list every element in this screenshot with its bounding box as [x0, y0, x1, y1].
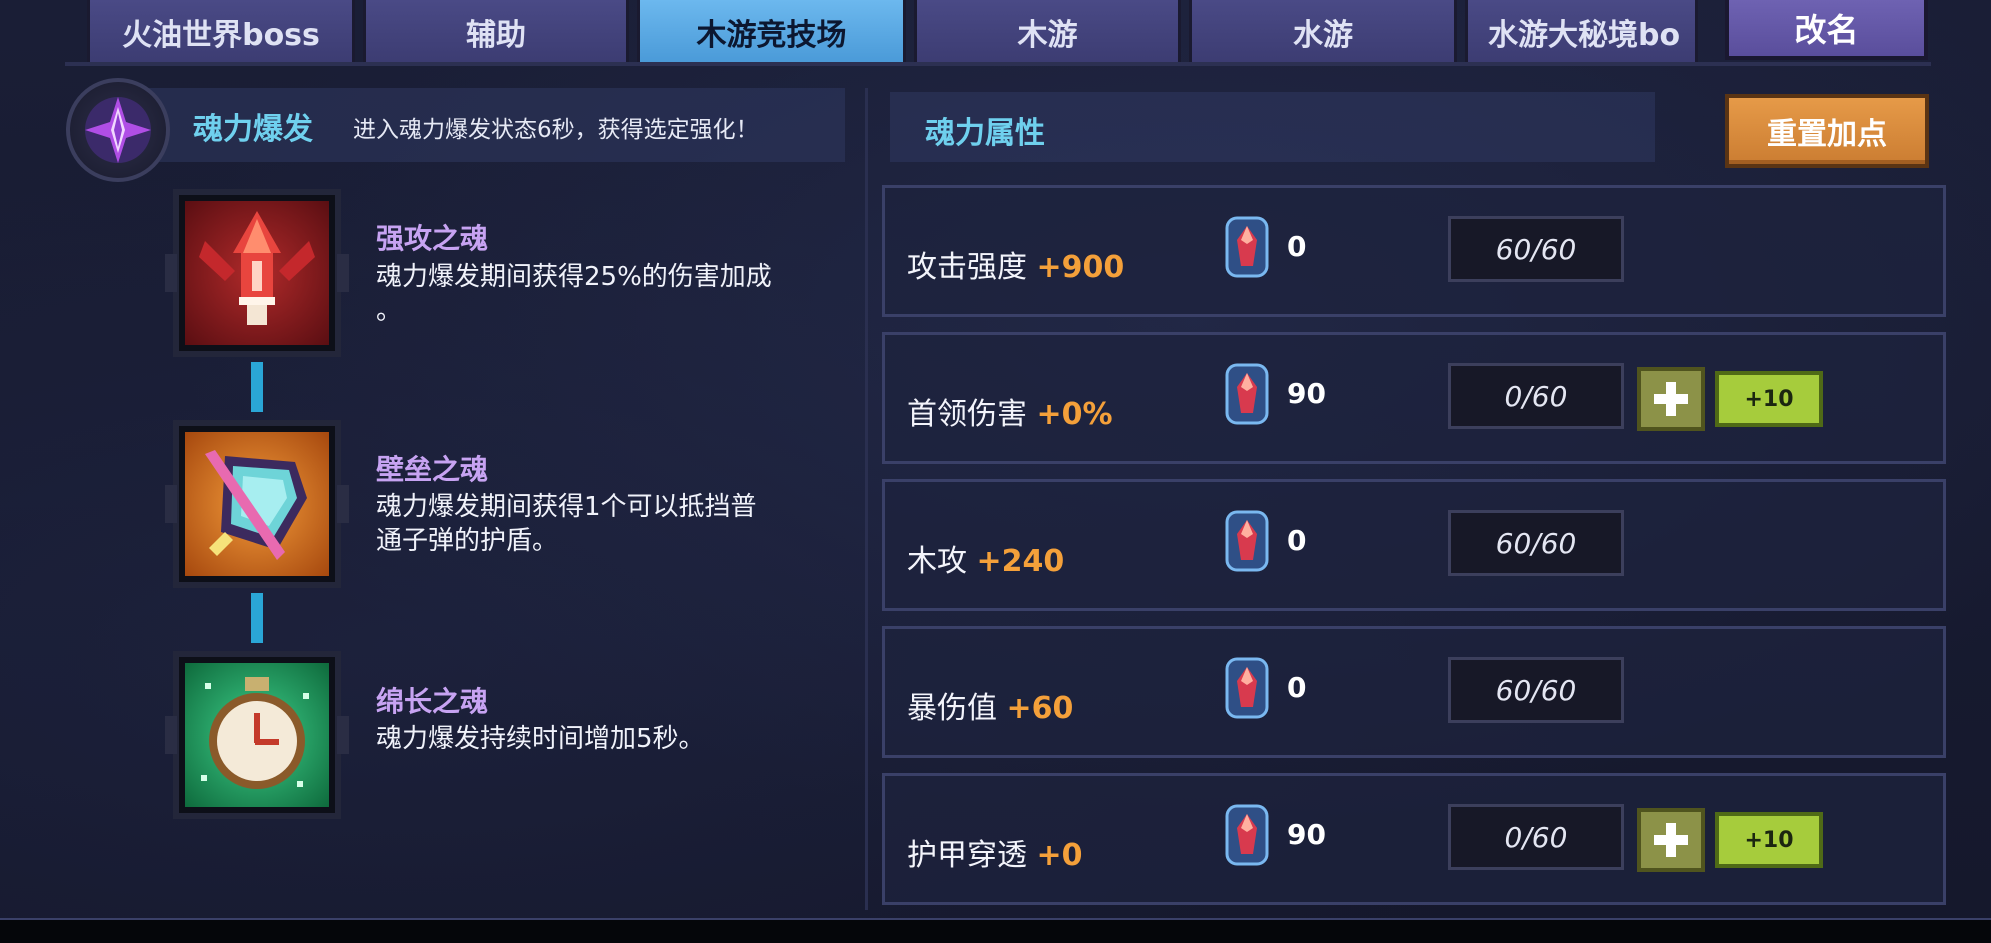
tab-label: 辅助: [466, 17, 526, 53]
soul-gem-icon: [1223, 657, 1271, 719]
tab-label: 水游大秘境bo: [1488, 17, 1681, 53]
attribute-label: 木攻 +240: [907, 536, 1064, 580]
attribute-bonus: +900: [1036, 250, 1125, 285]
soul-crystal-icon: [66, 78, 170, 182]
attribute-name: 暴伤值: [907, 691, 997, 726]
soul-gem-icon: [1223, 510, 1271, 572]
skill-description-line: 魂力爆发持续时间增加5秒。: [376, 724, 705, 754]
tab-label: 火油世界boss: [122, 17, 320, 53]
gem-cost: 90: [1287, 377, 1326, 410]
attribute-level: 0/60: [1448, 363, 1624, 429]
skill-slot-strong-attack[interactable]: [165, 189, 349, 357]
skill-name-lasting: 绵长之魂: [376, 685, 489, 718]
soul-gem-icon: [1223, 216, 1271, 278]
skill-name-fortress: 壁垒之魂: [376, 453, 489, 486]
skill-description-line: 魂力爆发期间获得1个可以抵挡普: [376, 492, 757, 522]
skill-connector: [251, 362, 263, 412]
plus-icon: [1654, 823, 1688, 857]
skill-slot-lasting[interactable]: [165, 651, 349, 819]
plus-icon: [1654, 382, 1688, 416]
soul-gem-icon: [1223, 363, 1271, 425]
add-point-button[interactable]: [1637, 808, 1705, 872]
attribute-bonus: +60: [1006, 691, 1074, 726]
panel-divider: [865, 88, 868, 910]
tab-label: 木游: [1017, 17, 1078, 53]
attribute-name: 木攻: [907, 544, 967, 579]
attribute-row-crit-damage: 暴伤值 +60 0 60/60: [882, 626, 1946, 758]
skill-description-fortress: 魂力爆发期间获得1个可以抵挡普 通子弹的护盾。: [376, 490, 856, 558]
attribute-level: 60/60: [1448, 657, 1624, 723]
attribute-label: 护甲穿透 +0: [907, 830, 1083, 874]
tab-muyou-arena[interactable]: 木游竞技场: [637, 0, 906, 66]
tab-huoyou-world-boss[interactable]: 火油世界boss: [87, 0, 355, 66]
skill-name-strong-attack: 强攻之魂: [376, 222, 489, 255]
gem-cost: 0: [1287, 671, 1307, 704]
bottom-bar: [0, 920, 1991, 943]
frame-peg: [337, 485, 349, 523]
attribute-row-attack-power: 攻击强度 +900 0 60/60: [882, 185, 1946, 317]
attribute-row-armor-penetration: 护甲穿透 +0 90 0/60 +10: [882, 773, 1946, 905]
attribute-bonus: +0: [1036, 838, 1083, 873]
frame-peg: [165, 254, 177, 292]
strong-attack-soul-icon: [185, 201, 329, 345]
skill-description-line: 。: [376, 296, 403, 326]
tab-shuiyou[interactable]: 水游: [1189, 0, 1457, 66]
attribute-name: 首领伤害: [907, 397, 1027, 432]
attribute-label: 首领伤害 +0%: [907, 389, 1113, 433]
attribute-level: 0/60: [1448, 804, 1624, 870]
skill-connector: [251, 593, 263, 643]
tab-muyou[interactable]: 木游: [914, 0, 1181, 66]
frame-peg: [337, 254, 349, 292]
skill-description-lasting: 魂力爆发持续时间增加5秒。: [376, 722, 856, 756]
attribute-bonus: +0%: [1036, 397, 1113, 432]
attribute-name: 护甲穿透: [907, 838, 1027, 873]
attribute-row-boss-damage: 首领伤害 +0% 90 0/60 +10: [882, 332, 1946, 464]
gem-cost: 0: [1287, 230, 1307, 263]
frame-peg: [165, 485, 177, 523]
gem-cost: 0: [1287, 524, 1307, 557]
attribute-bonus: +240: [976, 544, 1065, 579]
tab-shuiyou-secret-realm[interactable]: 水游大秘境bo: [1465, 0, 1698, 66]
attribute-row-wood-attack: 木攻 +240 0 60/60: [882, 479, 1946, 611]
attribute-name: 攻击强度: [907, 250, 1027, 285]
fortress-soul-icon: [185, 432, 329, 576]
reset-points-button[interactable]: 重置加点: [1725, 94, 1929, 168]
tab-support[interactable]: 辅助: [363, 0, 629, 66]
skill-slot-fortress[interactable]: [165, 420, 349, 588]
tab-label: 水游: [1293, 17, 1353, 53]
skill-description-line: 魂力爆发期间获得25%的伤害加成: [376, 262, 772, 292]
rename-button[interactable]: 改名: [1725, 0, 1928, 60]
frame-peg: [337, 716, 349, 754]
skill-description-strong-attack: 魂力爆发期间获得25%的伤害加成 。: [376, 260, 856, 328]
add-point-button[interactable]: [1637, 367, 1705, 431]
attribute-level: 60/60: [1448, 510, 1624, 576]
gem-cost: 90: [1287, 818, 1326, 851]
add-ten-points-button[interactable]: +10: [1715, 812, 1823, 868]
skill-description-line: 通子弹的护盾。: [376, 526, 559, 556]
frame-peg: [165, 716, 177, 754]
soul-burst-title: 魂力爆发: [193, 112, 313, 147]
attributes-title: 魂力属性: [925, 116, 1045, 151]
attribute-label: 攻击强度 +900: [907, 242, 1124, 286]
soul-gem-icon: [1223, 804, 1271, 866]
lasting-soul-icon: [185, 663, 329, 807]
attribute-label: 暴伤值 +60: [907, 683, 1073, 727]
soul-burst-description: 进入魂力爆发状态6秒，获得选定强化！: [353, 117, 759, 143]
tab-bar-underline: [65, 62, 1931, 66]
tab-label: 木游竞技场: [696, 17, 847, 53]
add-ten-points-button[interactable]: +10: [1715, 371, 1823, 427]
attribute-level: 60/60: [1448, 216, 1624, 282]
